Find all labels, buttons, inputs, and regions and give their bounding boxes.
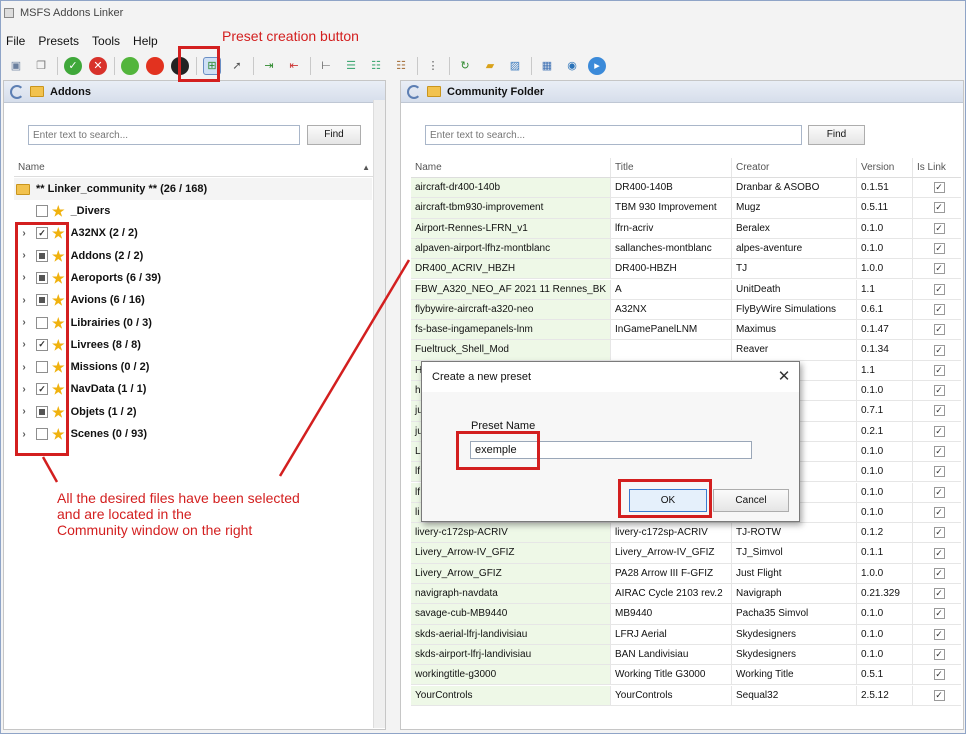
arrow-line-right xyxy=(278,259,411,477)
selection-note-line1: All the desired files have been selected xyxy=(57,490,300,506)
selection-note-line3: Community window on the right xyxy=(57,522,253,538)
selection-note-line2: and are located in the xyxy=(57,506,192,522)
arrow-line-left xyxy=(41,456,59,483)
annotation-arrows xyxy=(41,259,411,483)
